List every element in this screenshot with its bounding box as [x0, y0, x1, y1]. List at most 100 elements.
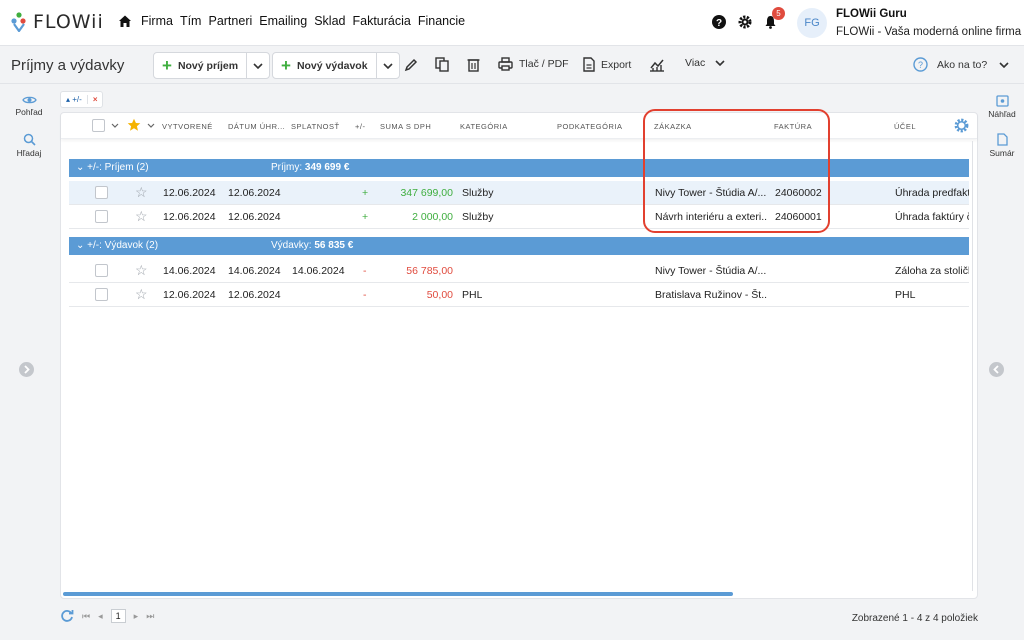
- row-checkbox[interactable]: [95, 186, 108, 199]
- vertical-scrollbar[interactable]: [972, 141, 973, 591]
- eye-icon: [21, 96, 37, 104]
- current-page[interactable]: 1: [110, 609, 126, 623]
- prev-page-icon[interactable]: ◂: [98, 611, 103, 622]
- column-header-purpose[interactable]: Účel: [894, 122, 916, 131]
- question-circle-icon: ?: [913, 57, 928, 72]
- chip-remove-button[interactable]: ×: [86, 95, 103, 104]
- new-income-button[interactable]: + Nový príjem: [154, 53, 248, 78]
- group-sum-label: Výdavky:: [271, 240, 312, 251]
- view-button[interactable]: Pohľad: [14, 95, 44, 117]
- row-checkbox[interactable]: [95, 210, 108, 223]
- chevron-down-icon[interactable]: [147, 123, 155, 128]
- highlight-annotation: [643, 109, 830, 233]
- first-page-icon[interactable]: ⏮: [82, 611, 90, 622]
- user-name[interactable]: FLOWii Guru: [836, 8, 907, 20]
- chevron-down-icon: [715, 60, 725, 66]
- chart-icon[interactable]: [649, 58, 665, 72]
- last-page-icon[interactable]: ⏭: [146, 611, 154, 622]
- column-header-amount[interactable]: Suma s DPH: [380, 122, 431, 131]
- group-by-chip[interactable]: ▴ +/- ×: [60, 91, 104, 108]
- nav-item-financie[interactable]: Financie: [418, 14, 465, 28]
- row-checkbox[interactable]: [95, 264, 108, 277]
- view-label: Pohľad: [15, 107, 43, 117]
- cell-amount: 2 000,00: [412, 211, 453, 223]
- search-label: Hľadaj: [16, 148, 42, 158]
- search-button[interactable]: Hľadaj: [14, 133, 44, 158]
- pencil-icon[interactable]: [404, 58, 418, 72]
- user-subtitle: FLOWii - Vaša moderná online firma: [836, 26, 1022, 38]
- summary-button[interactable]: Sumár: [985, 133, 1019, 158]
- grid-footer: ⏮ ◂ 1 ▸ ⏭ Zobrazené 1 - 4 z 4 položiek: [60, 609, 978, 629]
- print-pdf-label: Tlač / PDF: [519, 58, 569, 70]
- nav-item-tim[interactable]: Tím: [180, 14, 202, 28]
- help-icon[interactable]: ?: [712, 15, 726, 29]
- table-row[interactable]: ☆ 12.06.2024 12.06.2024 - 50,00 PHL Brat…: [69, 283, 969, 307]
- star-outline-icon[interactable]: ☆: [135, 287, 148, 301]
- group-header-income[interactable]: ⌄ +/-: Príjem (2) Príjmy: 349 699 €: [69, 159, 969, 177]
- new-expense-dropdown[interactable]: [377, 53, 399, 78]
- records-grid: Vytvorené Dátum úhr... Splatnosť +/- Sum…: [60, 112, 978, 599]
- star-outline-icon[interactable]: ☆: [135, 209, 148, 223]
- group-title-text: +/-: Príjem (2): [87, 162, 149, 173]
- star-filled-icon[interactable]: [127, 118, 141, 132]
- star-outline-icon[interactable]: ☆: [135, 263, 148, 277]
- column-header-category[interactable]: Kategória: [460, 122, 508, 131]
- gear-icon[interactable]: [738, 15, 752, 29]
- chevron-down-icon[interactable]: [111, 123, 119, 128]
- svg-text:?: ?: [716, 18, 722, 29]
- column-header-sign[interactable]: +/-: [355, 122, 365, 131]
- trash-icon[interactable]: [467, 57, 480, 72]
- export-button[interactable]: Export: [583, 57, 631, 72]
- refresh-icon[interactable]: [60, 609, 74, 623]
- nav-item-sklad[interactable]: Sklad: [314, 14, 345, 28]
- select-all-checkbox[interactable]: [92, 119, 105, 132]
- horizontal-scrollbar[interactable]: [63, 592, 733, 596]
- print-pdf-button[interactable]: Tlač / PDF: [498, 57, 569, 71]
- column-header-paid-date[interactable]: Dátum úhr...: [228, 122, 285, 131]
- table-row[interactable]: ☆ 14.06.2024 14.06.2024 14.06.2024 - 56 …: [69, 259, 969, 283]
- copy-icon[interactable]: [435, 57, 449, 72]
- collapse-left-button[interactable]: [19, 362, 34, 377]
- new-income-dropdown[interactable]: [247, 53, 269, 78]
- group-header-expense[interactable]: ⌄ +/-: Výdavok (2) Výdavky: 56 835 €: [69, 237, 969, 255]
- cell-sign: +: [362, 187, 369, 199]
- top-bar: FLOWii Firma Tím Partneri Emailing Sklad…: [0, 0, 1024, 46]
- more-button[interactable]: Viac: [685, 57, 731, 69]
- table-row[interactable]: ☆ 12.06.2024 12.06.2024 + 2 000,00 Služb…: [69, 205, 969, 229]
- new-expense-button[interactable]: + Nový výdavok: [273, 53, 377, 78]
- cell-purpose: PHL: [895, 289, 916, 301]
- table-row[interactable]: ☆ 12.06.2024 12.06.2024 + 347 699,00 Slu…: [69, 181, 969, 205]
- avatar[interactable]: FG: [797, 8, 827, 38]
- cell-amount: 347 699,00: [400, 187, 453, 199]
- column-settings-gear-icon[interactable]: [954, 118, 969, 133]
- pager: ⏮ ◂ 1 ▸ ⏭: [60, 609, 154, 623]
- column-header-created[interactable]: Vytvorené: [162, 122, 213, 131]
- help-how-to-button[interactable]: ? Ako na to?: [913, 57, 1015, 72]
- group-by-chip-label: ▴ +/-: [66, 95, 82, 104]
- nav-item-emailing[interactable]: Emailing: [259, 14, 307, 28]
- records-info: Zobrazené 1 - 4 z 4 položiek: [851, 613, 978, 624]
- nav-item-partneri[interactable]: Partneri: [208, 14, 252, 28]
- column-header-due[interactable]: Splatnosť: [291, 122, 340, 131]
- help-how-to-label: Ako na to?: [937, 58, 988, 71]
- row-checkbox[interactable]: [95, 288, 108, 301]
- nav-item-firma[interactable]: Firma: [141, 14, 173, 28]
- group-title: ⌄ +/-: Príjem (2): [76, 162, 149, 173]
- column-header-subcategory[interactable]: Podkategória: [557, 122, 622, 131]
- cell-sign: -: [363, 289, 367, 301]
- collapse-right-button[interactable]: [989, 362, 1004, 377]
- plus-icon: +: [281, 56, 291, 75]
- nav-item-fakturacia[interactable]: Fakturácia: [352, 14, 410, 28]
- next-page-icon[interactable]: ▸: [134, 611, 139, 622]
- logo[interactable]: FLOWii: [10, 11, 104, 33]
- new-income-label: Nový príjem: [177, 59, 239, 72]
- search-icon: [23, 133, 36, 146]
- flowii-logo-icon: [11, 12, 26, 32]
- cell-sign: +: [362, 211, 369, 223]
- home-icon[interactable]: [118, 14, 132, 28]
- group-sum-value: 56 835 €: [314, 240, 354, 251]
- preview-button[interactable]: Náhľad: [985, 95, 1019, 119]
- star-outline-icon[interactable]: ☆: [135, 185, 148, 199]
- cell-order: Nivy Tower - Štúdia A/...: [655, 265, 767, 277]
- new-expense-split-button: + Nový výdavok: [272, 52, 400, 79]
